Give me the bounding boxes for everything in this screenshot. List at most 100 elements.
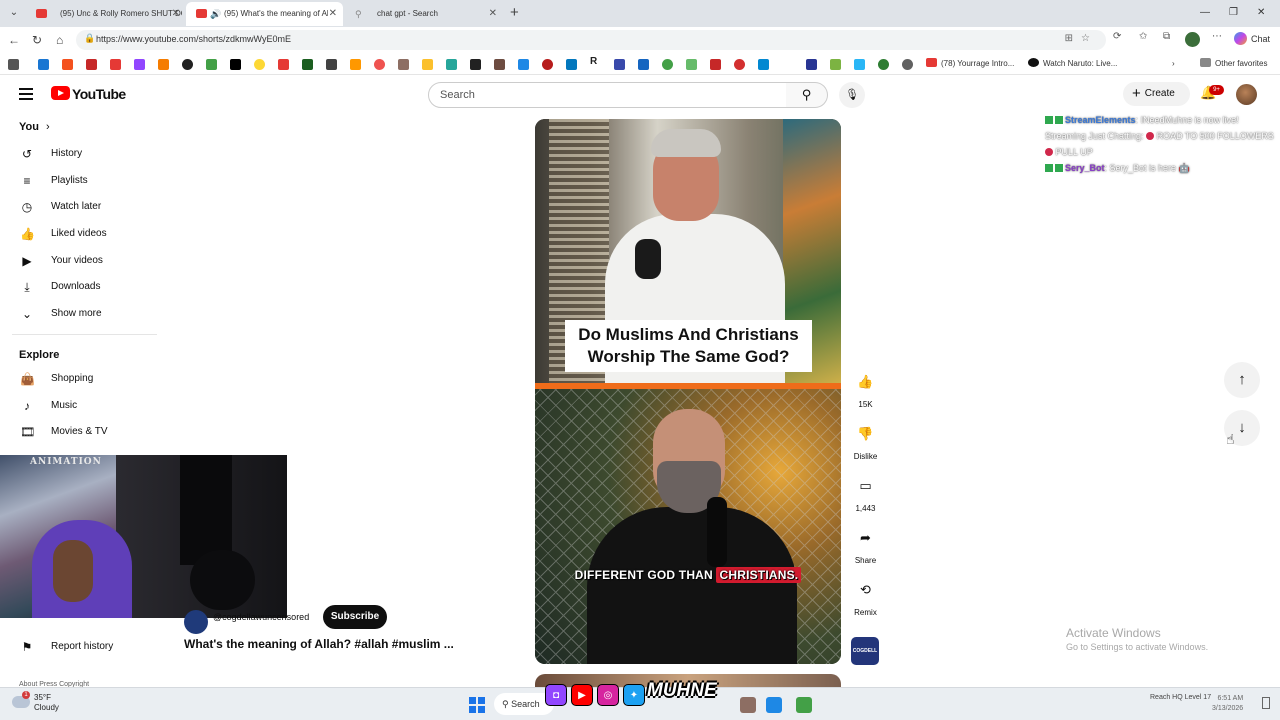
bookmark-icon[interactable] bbox=[302, 59, 313, 70]
youtube-logo[interactable]: YouTube bbox=[51, 86, 126, 103]
bookmark-icon[interactable] bbox=[62, 59, 73, 70]
previous-short-button[interactable]: ↑ bbox=[1224, 362, 1260, 398]
sidebar-item-report-history[interactable]: ⚑ Report history bbox=[0, 634, 160, 660]
comment-icon[interactable]: ▭ bbox=[849, 470, 882, 502]
share-action[interactable]: ➦ Share bbox=[849, 522, 882, 565]
bookmark-icon[interactable] bbox=[806, 59, 817, 70]
bookmark-r[interactable]: R bbox=[590, 56, 597, 67]
bookmark-icon[interactable] bbox=[374, 59, 385, 70]
new-tab-icon[interactable]: + bbox=[510, 3, 519, 23]
close-tab-icon[interactable]: ✕ bbox=[329, 2, 337, 26]
short-title[interactable]: What's the meaning of Allah? #allah #mus… bbox=[184, 637, 454, 651]
channel-handle[interactable]: @cogdellawuncensored bbox=[213, 612, 309, 622]
close-tab-icon[interactable]: ✕ bbox=[489, 2, 497, 26]
taskbar-clock[interactable]: 6:51 AM 3/13/2026 bbox=[1212, 694, 1243, 714]
sidebar-item-show-more[interactable]: ⌄ Show more bbox=[0, 301, 160, 327]
sidebar-item-watch-later[interactable]: ◷ Watch later bbox=[0, 194, 160, 220]
dislike-action[interactable]: 👎 Dislike bbox=[849, 418, 882, 461]
bookmark-icon[interactable] bbox=[182, 59, 193, 70]
bookmark-icon[interactable] bbox=[134, 59, 145, 70]
bookmark-icon[interactable] bbox=[110, 59, 121, 70]
bookmark-icon[interactable] bbox=[686, 59, 697, 70]
bookmark-icon[interactable] bbox=[422, 59, 433, 70]
bookmark-icon[interactable] bbox=[710, 59, 721, 70]
bookmark-icon[interactable] bbox=[254, 59, 265, 70]
sidebar-item-playlists[interactable]: ≡ Playlists bbox=[0, 168, 160, 194]
bookmark-icon[interactable] bbox=[854, 59, 865, 70]
you-section-header[interactable]: You › bbox=[19, 121, 50, 133]
speaker-icon[interactable]: 🔊 bbox=[210, 2, 221, 26]
mail-app-icon[interactable] bbox=[766, 697, 782, 713]
guide-menu-icon[interactable] bbox=[19, 88, 33, 100]
home-icon[interactable]: ⌂ bbox=[56, 31, 63, 49]
browser-tab-1[interactable]: (95) Unc & Rolly Romero SHUT DO ✕ bbox=[26, 2, 186, 26]
weather-widget[interactable]: 35°F Cloudy bbox=[34, 693, 59, 713]
tab-actions-menu-icon[interactable]: ⌄ bbox=[4, 4, 24, 22]
bookmark-icon[interactable] bbox=[758, 59, 769, 70]
sidebar-item-music[interactable]: ♪ Music bbox=[0, 393, 160, 419]
bookmark-icon[interactable] bbox=[638, 59, 649, 70]
bookmark-icon[interactable] bbox=[614, 59, 625, 70]
other-favorites[interactable]: Other favorites bbox=[1200, 56, 1267, 72]
address-bar[interactable]: 🔒 https://www.youtube.com/shorts/zdkmwWy… bbox=[76, 30, 1106, 50]
bookmark-icon[interactable] bbox=[38, 59, 49, 70]
share-icon[interactable]: ➦ bbox=[849, 522, 882, 554]
windows-start-icon[interactable] bbox=[469, 697, 485, 713]
bookmark-icon[interactable] bbox=[398, 59, 409, 70]
browser-tab-2[interactable]: 🔊 (95) What's the meaning of Al ✕ bbox=[186, 2, 343, 26]
bookmark-icon[interactable] bbox=[158, 59, 169, 70]
like-action[interactable]: 👍 15K bbox=[849, 366, 882, 409]
bookmark-icon[interactable] bbox=[830, 59, 841, 70]
search-button[interactable]: ⚲ bbox=[786, 82, 828, 108]
bookmark-icon[interactable] bbox=[470, 59, 481, 70]
channel-avatar[interactable] bbox=[184, 610, 208, 634]
sidebar-item-shopping[interactable]: 👜 Shopping bbox=[0, 366, 160, 392]
shorts-video-player[interactable]: Do Muslims And Christians Worship The Sa… bbox=[535, 119, 841, 664]
favorites-overflow-icon[interactable]: › bbox=[1172, 56, 1175, 72]
sidebar-item-your-videos[interactable]: ▶ Your videos bbox=[0, 248, 160, 274]
bookmark-folder-icon[interactable] bbox=[8, 59, 19, 70]
copilot-chat-button[interactable]: Chat bbox=[1234, 30, 1270, 48]
favorites-icon[interactable]: ✩ bbox=[1139, 31, 1147, 42]
bookmark-icon[interactable] bbox=[494, 59, 505, 70]
notification-center-icon[interactable] bbox=[1262, 697, 1270, 709]
account-avatar[interactable] bbox=[1236, 84, 1257, 105]
bookmark-icon[interactable] bbox=[86, 59, 97, 70]
url-text[interactable]: https://www.youtube.com/shorts/zdkmwWyE0… bbox=[96, 34, 291, 44]
bookmark-icon[interactable] bbox=[566, 59, 577, 70]
taskbar-app-icon[interactable] bbox=[796, 697, 812, 713]
more-menu-icon[interactable]: ⋯ bbox=[1212, 31, 1222, 42]
browser-tab-3[interactable]: ⚲ chat gpt - Search ✕ bbox=[343, 2, 503, 26]
bookmark-icon[interactable] bbox=[518, 59, 529, 70]
remix-action[interactable]: ⟲ Remix bbox=[849, 574, 882, 617]
thumbs-up-icon[interactable]: 👍 bbox=[849, 366, 882, 398]
bookmark-icon[interactable] bbox=[206, 59, 217, 70]
address-actions[interactable]: ⊞☆ bbox=[1065, 33, 1098, 44]
sidebar-item-history[interactable]: ↺ History bbox=[0, 141, 160, 167]
amazon-bookmark-icon[interactable] bbox=[350, 59, 361, 70]
favorite-link[interactable]: (78) Yourrage Intro... bbox=[926, 56, 1014, 72]
bookmark-icon[interactable] bbox=[878, 59, 889, 70]
back-icon[interactable]: ← bbox=[8, 31, 20, 49]
bookmark-icon[interactable] bbox=[902, 59, 913, 70]
channel-thumbnail[interactable]: COGDELL bbox=[851, 637, 879, 665]
sidebar-item-movies-tv[interactable]: 🎞 Movies & TV bbox=[0, 419, 160, 445]
bookmark-icon[interactable] bbox=[326, 59, 337, 70]
extensions-icon[interactable]: ⟳ bbox=[1113, 31, 1121, 42]
system-tray-text[interactable]: Reach HQ Level 17 bbox=[1150, 693, 1211, 702]
bookmark-icon[interactable] bbox=[446, 59, 457, 70]
bookmark-icon[interactable] bbox=[278, 59, 289, 70]
thumbs-down-icon[interactable]: 👎 bbox=[849, 418, 882, 450]
subscribe-button[interactable]: Subscribe bbox=[323, 605, 387, 629]
close-tab-icon[interactable]: ✕ bbox=[172, 2, 180, 26]
search-input[interactable]: Search bbox=[428, 82, 787, 108]
sidebar-item-downloads[interactable]: ⤓ Downloads bbox=[0, 274, 160, 300]
taskbar-app-icon[interactable] bbox=[740, 697, 756, 713]
bookmark-icon[interactable] bbox=[734, 59, 745, 70]
bookmark-icon[interactable] bbox=[662, 59, 673, 70]
x-bookmark-icon[interactable] bbox=[230, 59, 241, 70]
collections-icon[interactable]: ⧉ bbox=[1163, 31, 1170, 42]
profile-avatar[interactable] bbox=[1185, 32, 1200, 47]
voice-search-button[interactable]: 🎙 bbox=[839, 82, 865, 108]
bookmark-icon[interactable] bbox=[542, 59, 553, 70]
